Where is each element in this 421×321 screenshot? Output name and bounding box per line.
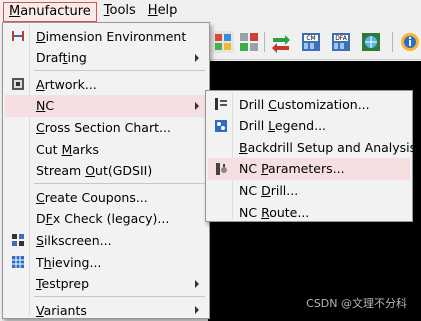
menu-item-label: Cut Marks	[36, 141, 99, 157]
nc-item-nc-route[interactable]: NC Route...	[208, 201, 410, 223]
menu-item-label: Backdrill Setup and Analysis...	[239, 139, 421, 155]
toolbar-separator	[392, 32, 393, 52]
watermark: CSDN @文理不分科	[306, 297, 407, 310]
menu-item-label: Thieving...	[36, 254, 102, 270]
menu-item-label: Dimension Environment	[36, 28, 187, 44]
menu-separator	[34, 183, 205, 185]
manufacture-item-cross-section-chart[interactable]: Cross Section Chart...	[5, 116, 207, 138]
dfa-icon[interactable]: DFA	[330, 31, 352, 53]
dimension-icon	[11, 29, 25, 43]
manufacture-menu: Dimension Environment Drafting Artwork... N…	[2, 22, 210, 319]
manufacture-item-dfx-check-legacy[interactable]: DFx Check (legacy)...	[5, 208, 207, 230]
swap-icon[interactable]	[270, 31, 292, 53]
menubar-manufacture[interactable]: Manufacture	[3, 2, 97, 22]
nc-item-nc-drill[interactable]: NC Drill...	[208, 179, 410, 201]
menu-bar: Manufacture Tools Help	[0, 0, 421, 24]
menu-item-label: NC Parameters...	[239, 161, 345, 177]
menubar-help[interactable]: Help	[143, 2, 183, 22]
info-icon[interactable]	[399, 31, 421, 53]
artwork-icon	[11, 77, 25, 91]
menu-item-label: Drill Customization...	[239, 96, 370, 112]
menu-item-label: NC	[36, 98, 55, 114]
menu-item-label: Testprep	[36, 276, 90, 292]
menubar-tools[interactable]: Tools	[99, 2, 141, 22]
manufacture-item-cut-marks[interactable]: Cut Marks	[5, 138, 207, 160]
svg-text:CM: CM	[306, 35, 315, 42]
menu-separator	[34, 296, 205, 298]
manufacture-item-testprep[interactable]: Testprep	[5, 273, 207, 295]
nc-submenu: Drill Customization... Drill Legend... Bac…	[205, 90, 421, 223]
nc-item-nc-parameters[interactable]: NC Parameters...	[208, 157, 410, 180]
nc-parameters-icon	[214, 162, 228, 176]
manufacture-item-stream-out-gdsii[interactable]: Stream Out(GDSII)	[5, 160, 207, 182]
drill-customization-icon	[214, 97, 228, 111]
globe-grid-icon[interactable]	[360, 31, 382, 53]
menu-item-label: DFx Check (legacy)...	[36, 211, 170, 227]
menu-item-label: Cross Section Chart...	[36, 119, 171, 135]
thieving-icon	[11, 255, 25, 269]
submenu-arrow-icon	[195, 53, 199, 62]
menu-item-label: NC Drill...	[239, 182, 299, 198]
submenu-arrow-icon	[195, 101, 199, 110]
manufacture-item-silkscreen[interactable]: Silkscreen...	[5, 229, 207, 251]
nc-item-drill-customization[interactable]: Drill Customization...	[208, 93, 410, 115]
layout-grid-icon[interactable]	[212, 31, 234, 53]
silkscreen-icon	[11, 233, 25, 247]
manufacture-item-drafting[interactable]: Drafting	[5, 47, 207, 69]
manufacture-item-variants[interactable]: Variants	[5, 299, 207, 321]
submenu-arrow-icon	[195, 279, 199, 288]
nc-item-backdrill-setup-and-analysis[interactable]: Backdrill Setup and Analysis...	[208, 136, 421, 158]
manufacture-item-thieving[interactable]: Thieving...	[5, 251, 207, 273]
menu-item-label: Stream Out(GDSII)	[36, 163, 153, 179]
toolbar-separator	[264, 32, 265, 52]
menu-item-label: Drill Legend...	[239, 118, 327, 134]
menu-item-label: Variants	[36, 302, 87, 318]
nc-item-drill-legend[interactable]: Drill Legend...	[208, 115, 410, 137]
toolbar: CM DFA	[208, 24, 421, 60]
manufacture-item-dimension-environment[interactable]: Dimension Environment	[5, 25, 207, 47]
cm-icon[interactable]: CM	[300, 31, 322, 53]
menu-item-label: Drafting	[36, 50, 87, 66]
manufacture-item-create-coupons[interactable]: Create Coupons...	[5, 186, 207, 208]
manufacture-item-artwork[interactable]: Artwork...	[5, 73, 207, 95]
component-grid-icon[interactable]	[238, 31, 260, 53]
submenu-arrow-icon	[195, 306, 199, 315]
menu-item-label: NC Route...	[239, 204, 310, 220]
drill-legend-icon	[214, 119, 228, 133]
manufacture-item-nc[interactable]: NC	[5, 94, 207, 117]
menu-item-label: Silkscreen...	[36, 232, 112, 248]
menu-item-label: Artwork...	[36, 76, 97, 92]
menu-separator	[34, 70, 205, 72]
svg-text:DFA: DFA	[335, 35, 348, 42]
menu-item-label: Create Coupons...	[36, 189, 148, 205]
